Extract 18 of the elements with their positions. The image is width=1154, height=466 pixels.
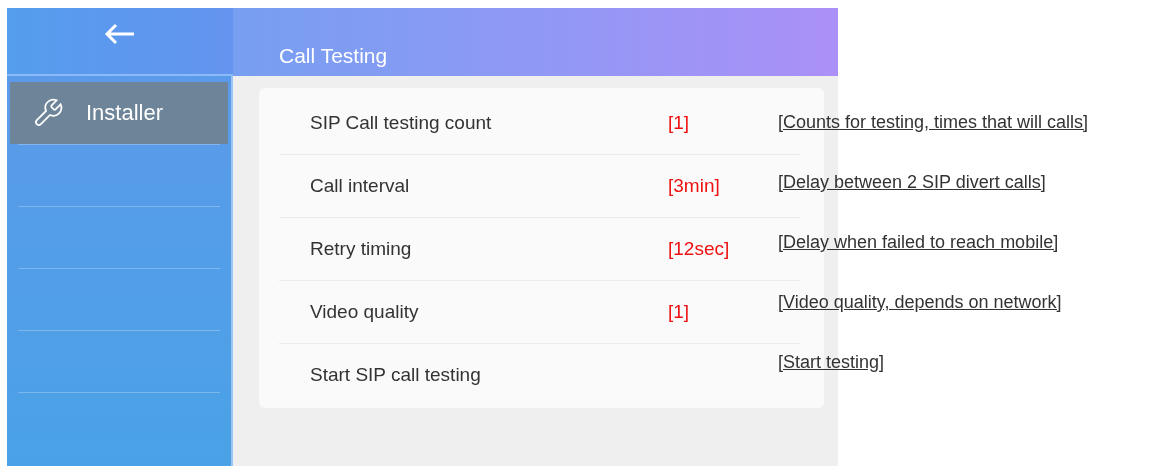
wrench-icon: [32, 97, 64, 129]
back-arrow-icon[interactable]: [104, 23, 136, 45]
annotation-text: [Start testing]: [778, 352, 886, 374]
setting-label[interactable]: Start SIP call testing: [310, 364, 668, 386]
setting-label[interactable]: Retry timing: [310, 238, 668, 260]
setting-value: [1]: [668, 301, 690, 323]
annotation-text: [Video quality, depends on network]: [778, 292, 1063, 314]
sidebar-item[interactable]: Installer: [10, 82, 228, 144]
annotation-text: [Delay when failed to reach mobile]: [778, 232, 1060, 254]
setting-label[interactable]: Video quality: [310, 301, 668, 323]
annotation-text: [Delay between 2 SIP divert calls]: [778, 172, 1047, 194]
page-title: Call Testing: [279, 44, 388, 68]
setting-value: [1]: [668, 112, 690, 134]
setting-value: [12sec]: [668, 238, 730, 260]
annotation-text: [Counts for testing, times that will calls]: [778, 112, 1089, 134]
setting-value: [3min]: [668, 175, 720, 197]
setting-label[interactable]: Call interval: [310, 175, 668, 197]
setting-label[interactable]: SIP Call testing count: [310, 112, 668, 134]
